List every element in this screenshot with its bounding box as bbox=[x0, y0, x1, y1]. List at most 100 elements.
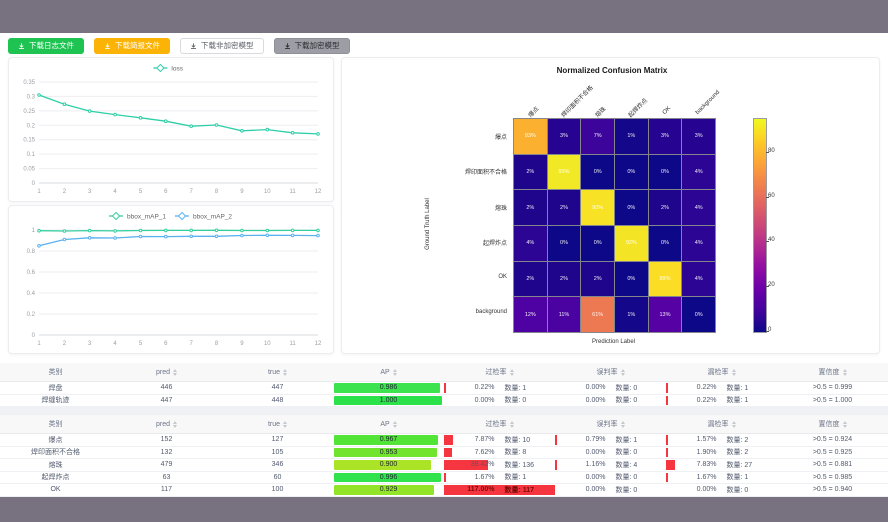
column-header-label: 漏检率 bbox=[708, 419, 729, 429]
ap-cell: 0.986 bbox=[333, 382, 444, 394]
svg-text:bbox_mAP_1: bbox_mAP_1 bbox=[127, 214, 166, 221]
column-header-漏检率[interactable]: 漏检率 bbox=[666, 415, 777, 433]
loss-chart-card: 00.050.10.150.20.250.30.3512345678910111… bbox=[8, 57, 334, 202]
column-header-过检率[interactable]: 过检率 bbox=[444, 363, 555, 381]
true-cell: 346 bbox=[222, 459, 333, 471]
download-button-3[interactable]: 下载加密模型 bbox=[274, 38, 350, 54]
matrix-row-label: 熔珠 bbox=[387, 203, 507, 212]
svg-text:5: 5 bbox=[139, 189, 143, 195]
matrix-cell: 4% bbox=[682, 226, 715, 261]
ap-value: 0.996 bbox=[380, 474, 398, 481]
pred-cell: 117 bbox=[111, 484, 222, 496]
svg-text:0.1: 0.1 bbox=[27, 152, 36, 158]
rate-count: 数量: 2 bbox=[717, 447, 778, 457]
download-icon bbox=[104, 42, 111, 50]
rate-percent: 1.57% bbox=[666, 436, 717, 443]
class-name-cell: 爆点 bbox=[0, 434, 111, 446]
class-name-cell: 焊缝轨迹 bbox=[0, 395, 111, 407]
colorbar-tick-label: 80 bbox=[768, 148, 775, 154]
matrix-col-label: 熔珠 bbox=[592, 104, 607, 119]
rate-percent: 39.42% bbox=[444, 461, 495, 468]
column-header-pred[interactable]: pred bbox=[111, 415, 222, 433]
legend-item-bbox_mAP_1[interactable]: bbox_mAP_1 bbox=[109, 212, 166, 220]
matrix-col-label: 爆点 bbox=[525, 104, 540, 119]
ap-cell: 0.953 bbox=[333, 447, 444, 459]
rate-cell: 1.16%数量: 4 bbox=[555, 459, 666, 471]
rate-count: 数量: 0 bbox=[606, 395, 667, 405]
svg-text:1: 1 bbox=[32, 228, 36, 234]
confidence-cell: >0.5 = 0.985 bbox=[777, 472, 888, 484]
column-header-label: AP bbox=[380, 369, 389, 376]
column-header-label: 置信度 bbox=[819, 419, 840, 429]
ap-value: 0.900 bbox=[380, 461, 398, 468]
class-name-cell: 焊盘 bbox=[0, 382, 111, 394]
confidence-cell: >0.5 = 0.999 bbox=[777, 382, 888, 394]
rate-count: 数量: 1 bbox=[717, 395, 778, 405]
svg-text:6: 6 bbox=[164, 341, 168, 347]
download-button-2[interactable]: 下载非加密模型 bbox=[180, 38, 264, 54]
svg-text:10: 10 bbox=[264, 341, 271, 347]
confidence-cell: >0.5 = 1.000 bbox=[777, 395, 888, 407]
metrics-tables: 类别predtrueAP过检率误判率漏检率置信度焊盘4464470.9860.2… bbox=[0, 363, 888, 497]
svg-text:bbox_mAP_2: bbox_mAP_2 bbox=[193, 214, 232, 221]
column-header-误判率[interactable]: 误判率 bbox=[555, 415, 666, 433]
svg-text:0.35: 0.35 bbox=[23, 80, 35, 86]
true-cell: 105 bbox=[222, 447, 333, 459]
download-button-1[interactable]: 下载简报文件 bbox=[94, 38, 170, 54]
column-header-label: pred bbox=[156, 421, 170, 428]
column-header-误判率[interactable]: 误判率 bbox=[555, 363, 666, 381]
matrix-cell: 0% bbox=[615, 262, 648, 297]
rate-count: 数量: 1 bbox=[717, 383, 778, 393]
rate-count: 数量: 0 bbox=[606, 485, 667, 495]
matrix-cell: 7% bbox=[581, 119, 614, 154]
true-cell: 127 bbox=[222, 434, 333, 446]
ap-cell: 1.000 bbox=[333, 395, 444, 407]
legend-item-loss[interactable]: loss bbox=[153, 64, 183, 72]
download-button-0[interactable]: 下载日志文件 bbox=[8, 38, 84, 54]
rate-count: 数量: 2 bbox=[717, 435, 778, 445]
column-header-label: pred bbox=[156, 369, 170, 376]
matrix-cell: 0% bbox=[649, 226, 682, 261]
rate-cell: 0.00%数量: 0 bbox=[444, 395, 555, 407]
button-label: 下载日志文件 bbox=[29, 42, 74, 50]
rate-cell: 0.00%数量: 0 bbox=[555, 472, 666, 484]
matrix-cell: 3% bbox=[548, 119, 581, 154]
svg-text:7: 7 bbox=[190, 189, 194, 195]
screenshot-frame: 下载日志文件下载简报文件下载非加密模型下载加密模型 00.050.10.150.… bbox=[0, 0, 888, 522]
column-header-AP[interactable]: AP bbox=[333, 363, 444, 381]
ap-value: 1.000 bbox=[380, 397, 398, 404]
column-header-true[interactable]: true bbox=[222, 415, 333, 433]
rate-count: 数量: 0 bbox=[717, 485, 778, 495]
matrix-cell: 2% bbox=[548, 190, 581, 225]
column-header-AP[interactable]: AP bbox=[333, 415, 444, 433]
svg-text:10: 10 bbox=[264, 189, 271, 195]
sort-icon bbox=[621, 369, 625, 376]
button-label: 下载非加密模型 bbox=[201, 42, 254, 50]
true-cell: 448 bbox=[222, 395, 333, 407]
matrix-col-label: 起焊炸点 bbox=[626, 96, 649, 119]
svg-text:4: 4 bbox=[113, 341, 117, 347]
column-header-置信度[interactable]: 置信度 bbox=[777, 415, 888, 433]
column-header-漏检率[interactable]: 漏检率 bbox=[666, 363, 777, 381]
confidence-cell: >0.5 = 0.940 bbox=[777, 484, 888, 496]
column-header-置信度[interactable]: 置信度 bbox=[777, 363, 888, 381]
pred-cell: 132 bbox=[111, 447, 222, 459]
rate-cell: 117.00%数量: 117 bbox=[444, 484, 555, 496]
svg-text:3: 3 bbox=[88, 189, 92, 195]
pred-cell: 446 bbox=[111, 382, 222, 394]
rate-percent: 1.90% bbox=[666, 449, 717, 456]
legend-item-bbox_mAP_2[interactable]: bbox_mAP_2 bbox=[175, 212, 232, 220]
column-header-过检率[interactable]: 过检率 bbox=[444, 415, 555, 433]
column-header-label: 过检率 bbox=[486, 367, 507, 377]
rate-count: 数量: 0 bbox=[495, 395, 556, 405]
svg-text:11: 11 bbox=[289, 189, 296, 195]
ap-cell: 0.900 bbox=[333, 459, 444, 471]
svg-text:0.3: 0.3 bbox=[27, 94, 36, 100]
column-header-pred[interactable]: pred bbox=[111, 363, 222, 381]
rate-percent: 1.67% bbox=[666, 474, 717, 481]
rate-cell: 0.22%数量: 1 bbox=[666, 382, 777, 394]
rate-cell: 1.90%数量: 2 bbox=[666, 447, 777, 459]
rate-count: 数量: 1 bbox=[717, 472, 778, 482]
rate-cell: 7.62%数量: 8 bbox=[444, 447, 555, 459]
column-header-true[interactable]: true bbox=[222, 363, 333, 381]
